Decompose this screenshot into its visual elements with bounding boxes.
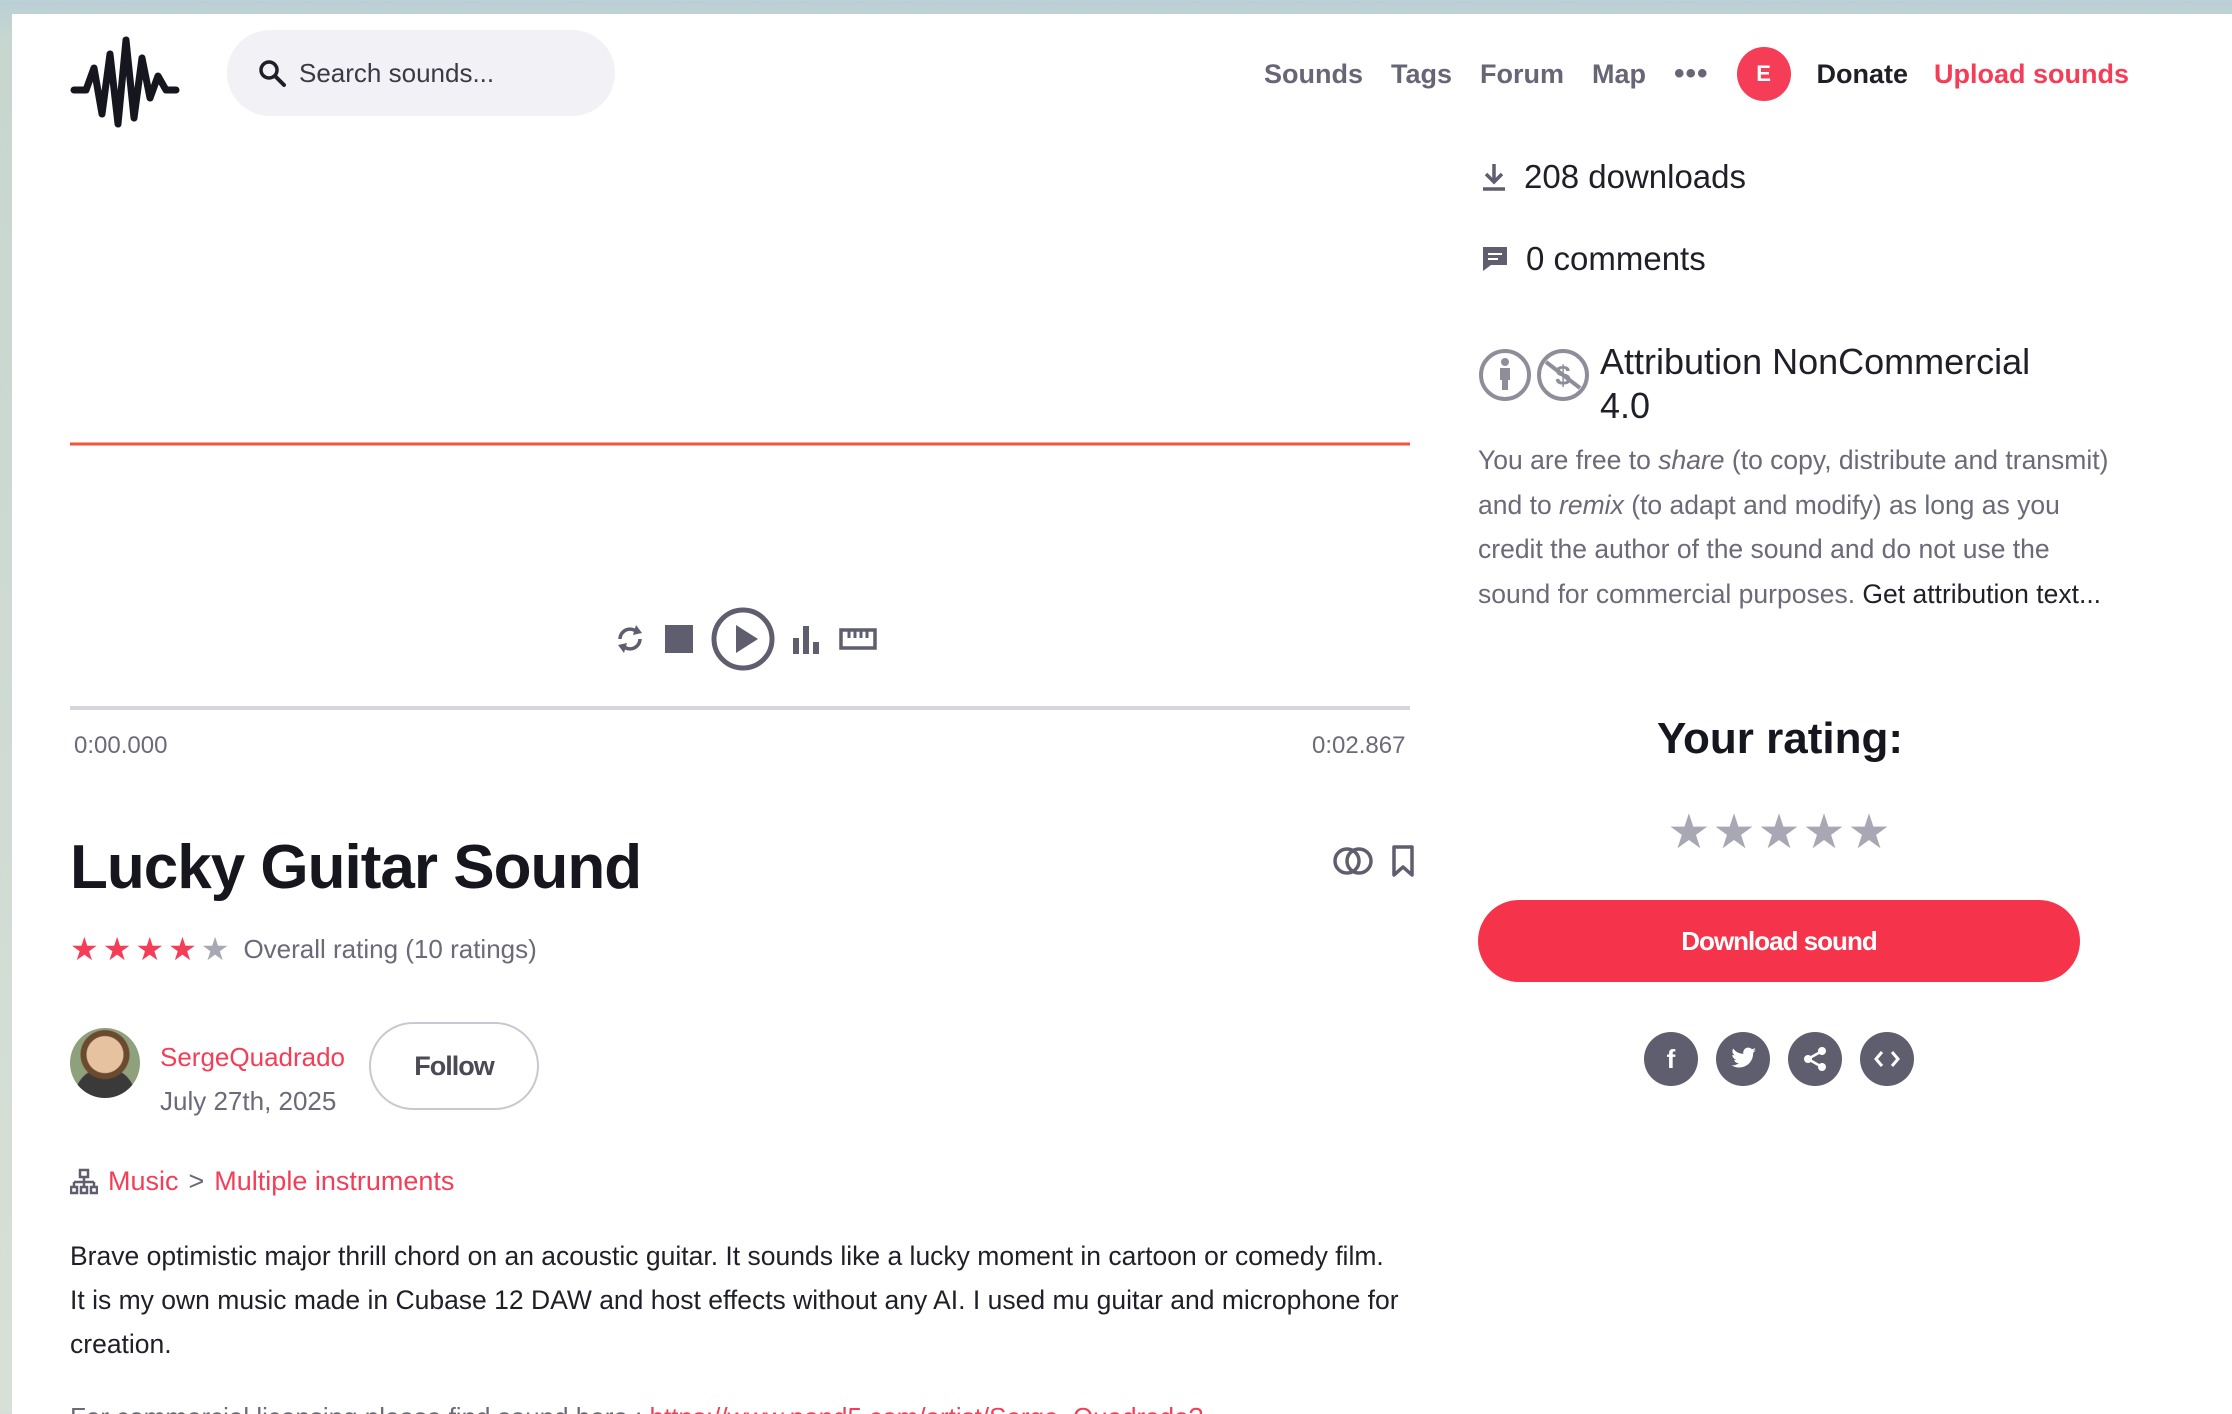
category-tree-icon <box>70 1168 98 1194</box>
license-title[interactable]: Attribution NonCommercial 4.0 <box>1600 340 2040 428</box>
rating-star-icon: ★ <box>135 931 165 967</box>
subcategory-link[interactable]: Multiple instruments <box>214 1166 454 1197</box>
time-end: 0:02.867 <box>1312 732 1406 759</box>
spectrogram-icon[interactable] <box>790 622 824 656</box>
follow-button[interactable]: Follow <box>369 1022 539 1110</box>
main-nav: Sounds Tags Forum Map ••• E Donate Uploa… <box>1264 47 2129 101</box>
rating-star-icon: ★ <box>70 931 99 967</box>
more-menu-icon[interactable]: ••• <box>1674 57 1709 91</box>
time-start: 0:00.000 <box>74 732 168 759</box>
share-icon[interactable] <box>1788 1032 1842 1086</box>
download-sound-button[interactable]: Download sound <box>1478 900 2080 982</box>
description-line-1: Brave optimistic major thrill chord on a… <box>70 1241 1384 1271</box>
noncommercial-icon[interactable]: $ <box>1536 346 1590 404</box>
embed-code-icon[interactable] <box>1860 1032 1914 1086</box>
comments-count: 0 comments <box>1480 240 1706 278</box>
rating-star-empty-icon: ★ <box>200 931 230 967</box>
nav-tags[interactable]: Tags <box>1391 59 1452 90</box>
comments-text[interactable]: 0 comments <box>1526 240 1706 278</box>
licensing-note: For commercial licensing please find sou… <box>70 1402 1203 1414</box>
upload-date: July 27th, 2025 <box>160 1086 337 1116</box>
user-avatar[interactable] <box>70 1028 140 1098</box>
category-link[interactable]: Music <box>108 1166 179 1197</box>
ruler-icon[interactable] <box>838 624 878 654</box>
playback-progress-bar[interactable] <box>70 706 1410 710</box>
category-breadcrumb: Music > Multiple instruments <box>70 1166 454 1197</box>
loop-icon[interactable] <box>612 619 648 659</box>
rating-star-icon: ★ <box>168 931 197 967</box>
attribution-text-link[interactable]: Get attribution text... <box>1862 579 2101 609</box>
downloads-count: 208 downloads <box>1480 158 1746 196</box>
waveform-peaks <box>209 355 1018 527</box>
page: Search sounds... Sounds Tags Forum Map •… <box>12 14 2232 1414</box>
nav-map[interactable]: Map <box>1592 59 1646 90</box>
username-link[interactable]: SergeQuadrado <box>160 1042 345 1073</box>
license-text-1: You are free to <box>1478 445 1659 475</box>
licensing-prefix: For commercial licensing please find sou… <box>70 1402 650 1414</box>
description-line-2: It is my own music made in Cubase 12 DAW… <box>70 1285 1399 1359</box>
donate-link[interactable]: Donate <box>1817 59 1909 90</box>
upload-sounds-link[interactable]: Upload sounds <box>1934 59 2129 90</box>
license-icons: $ <box>1478 346 1590 404</box>
nav-sounds[interactable]: Sounds <box>1264 59 1363 90</box>
license-share: share <box>1658 445 1725 475</box>
rating-star-icon: ★ <box>102 931 132 967</box>
share-buttons: f <box>1644 1032 1914 1086</box>
waveform[interactable] <box>70 314 1410 574</box>
stop-icon[interactable] <box>662 622 696 656</box>
rating-text: Overall rating (10 ratings) <box>243 933 537 964</box>
sound-title: Lucky Guitar Sound <box>70 833 642 902</box>
license-remix: remix <box>1559 489 1624 520</box>
breadcrumb-separator: > <box>188 1166 205 1196</box>
sound-description: Brave optimistic major thrill chord on a… <box>70 1234 1410 1366</box>
attribution-icon[interactable] <box>1478 346 1532 404</box>
twitter-icon[interactable] <box>1716 1032 1770 1086</box>
similar-sounds-icon[interactable] <box>1332 844 1374 878</box>
licensing-link[interactable]: https://www.pond5.com/artist/Serge_Quadr… <box>650 1402 1204 1414</box>
play-icon[interactable] <box>710 606 776 672</box>
search-placeholder: Search sounds... <box>299 57 495 88</box>
your-rating-heading: Your rating: <box>1656 714 1904 763</box>
bookmark-icon[interactable] <box>1390 844 1416 878</box>
user-avatar-button[interactable]: E <box>1736 47 1791 101</box>
nav-forum[interactable]: Forum <box>1480 59 1564 90</box>
comment-icon <box>1483 247 1507 271</box>
facebook-icon[interactable]: f <box>1644 1032 1698 1086</box>
freesound-logo-icon[interactable] <box>70 28 180 128</box>
title-actions <box>1332 844 1416 878</box>
downloads-text: 208 downloads <box>1524 158 1747 195</box>
download-icon <box>1483 164 1505 191</box>
license-description: You are free to share (to copy, distribu… <box>1478 438 2118 616</box>
search-input[interactable]: Search sounds... <box>227 30 615 116</box>
rate-stars-input[interactable]: ★★★★★ <box>1480 804 2080 860</box>
search-icon <box>259 60 286 87</box>
overall-rating: ★ ★ ★ ★ ★ Overall rating (10 ratings) <box>70 930 537 968</box>
player-controls <box>612 604 878 674</box>
